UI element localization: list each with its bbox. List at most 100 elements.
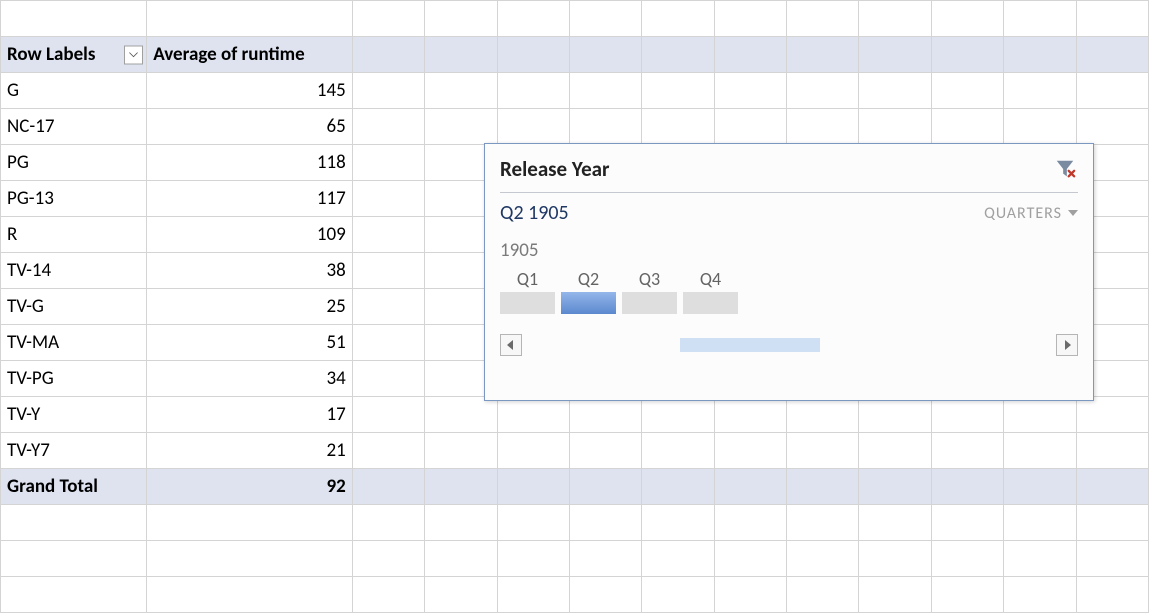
pivot-row-label[interactable]: PG-13 (1, 181, 147, 217)
pivot-row-label[interactable]: TV-14 (1, 253, 147, 289)
cell-blank[interactable] (425, 1, 497, 37)
cell-blank[interactable] (352, 397, 424, 433)
cell-blank[interactable] (642, 397, 714, 433)
cell-blank[interactable] (859, 1, 931, 37)
cell-blank[interactable] (714, 397, 786, 433)
pivot-row-label[interactable]: TV-G (1, 289, 147, 325)
cell-blank[interactable] (147, 505, 353, 541)
cell-blank[interactable] (787, 577, 859, 613)
pivot-row-value[interactable]: 118 (147, 145, 353, 181)
cell-blank[interactable] (714, 469, 786, 505)
cell-blank[interactable] (1076, 37, 1148, 73)
timeline-quarter-bar[interactable] (683, 292, 738, 314)
timeline-slicer[interactable]: Release Year Q2 1905 QUARTERS 1905 Q1Q2Q… (484, 143, 1094, 401)
cell-blank[interactable] (569, 433, 641, 469)
cell-blank[interactable] (569, 577, 641, 613)
grand-total-value[interactable]: 92 (147, 469, 353, 505)
cell-blank[interactable] (1076, 433, 1148, 469)
cell-blank[interactable] (642, 73, 714, 109)
cell-blank[interactable] (931, 73, 1003, 109)
cell-blank[interactable] (352, 469, 424, 505)
cell-blank[interactable] (859, 505, 931, 541)
cell-blank[interactable] (642, 505, 714, 541)
pivot-row-label[interactable]: R (1, 217, 147, 253)
pivot-header-rowlabels[interactable]: Row Labels (1, 37, 147, 73)
cell-blank[interactable] (497, 469, 569, 505)
pivot-row-value[interactable]: 25 (147, 289, 353, 325)
cell-blank[interactable] (497, 37, 569, 73)
cell-blank[interactable] (1, 505, 147, 541)
timeline-scroll-right-button[interactable] (1056, 334, 1078, 356)
cell-blank[interactable] (787, 73, 859, 109)
pivot-row-label[interactable]: NC-17 (1, 109, 147, 145)
cell-blank[interactable] (425, 37, 497, 73)
cell-blank[interactable] (497, 73, 569, 109)
cell-blank[interactable] (931, 577, 1003, 613)
cell-blank[interactable] (787, 1, 859, 37)
cell-blank[interactable] (642, 109, 714, 145)
cell-blank[interactable] (352, 109, 424, 145)
pivot-row-value[interactable]: 109 (147, 217, 353, 253)
cell-blank[interactable] (147, 541, 353, 577)
cell-blank[interactable] (1076, 469, 1148, 505)
pivot-header-values[interactable]: Average of runtime (147, 37, 353, 73)
pivot-row-value[interactable]: 17 (147, 397, 353, 433)
cell-blank[interactable] (714, 433, 786, 469)
cell-blank[interactable] (859, 109, 931, 145)
cell-blank[interactable] (497, 505, 569, 541)
cell-blank[interactable] (714, 73, 786, 109)
cell-blank[interactable] (352, 145, 424, 181)
cell-blank[interactable] (1004, 397, 1076, 433)
cell-blank[interactable] (1076, 505, 1148, 541)
cell-blank[interactable] (642, 1, 714, 37)
timeline-quarter[interactable]: Q3 (622, 268, 677, 314)
cell-blank[interactable] (1004, 469, 1076, 505)
cell-blank[interactable] (931, 397, 1003, 433)
timeline-quarter-bar[interactable] (622, 292, 677, 314)
cell-blank[interactable] (859, 541, 931, 577)
cell-blank[interactable] (425, 541, 497, 577)
pivot-row-value[interactable]: 65 (147, 109, 353, 145)
pivot-row-label[interactable]: TV-Y7 (1, 433, 147, 469)
pivot-row-value[interactable]: 117 (147, 181, 353, 217)
cell-blank[interactable] (931, 541, 1003, 577)
cell-blank[interactable] (352, 181, 424, 217)
cell-blank[interactable] (425, 109, 497, 145)
cell-blank[interactable] (642, 577, 714, 613)
cell-blank[interactable] (1076, 577, 1148, 613)
cell-blank[interactable] (425, 73, 497, 109)
cell-blank[interactable] (714, 505, 786, 541)
timeline-scroll-thumb[interactable] (680, 338, 820, 352)
cell-blank[interactable] (1004, 433, 1076, 469)
cell-blank[interactable] (352, 361, 424, 397)
cell-blank[interactable] (352, 217, 424, 253)
cell-blank[interactable] (931, 505, 1003, 541)
row-labels-dropdown-button[interactable] (124, 45, 143, 64)
cell-blank[interactable] (497, 433, 569, 469)
cell-blank[interactable] (569, 469, 641, 505)
cell-blank[interactable] (1, 577, 147, 613)
pivot-row-value[interactable]: 145 (147, 73, 353, 109)
cell-blank[interactable] (931, 1, 1003, 37)
cell-blank[interactable] (352, 433, 424, 469)
pivot-row-label[interactable]: TV-PG (1, 361, 147, 397)
cell-blank[interactable] (569, 505, 641, 541)
cell-blank[interactable] (497, 541, 569, 577)
cell-blank[interactable] (352, 505, 424, 541)
cell-blank[interactable] (859, 73, 931, 109)
cell-blank[interactable] (352, 73, 424, 109)
cell-blank[interactable] (787, 505, 859, 541)
cell-blank[interactable] (1004, 577, 1076, 613)
cell-blank[interactable] (714, 541, 786, 577)
cell-blank[interactable] (1, 541, 147, 577)
pivot-row-value[interactable]: 51 (147, 325, 353, 361)
cell-blank[interactable] (787, 433, 859, 469)
cell-blank[interactable] (714, 577, 786, 613)
cell-blank[interactable] (1, 1, 147, 37)
cell-blank[interactable] (425, 577, 497, 613)
cell-blank[interactable] (931, 469, 1003, 505)
cell-blank[interactable] (1076, 397, 1148, 433)
pivot-row-label[interactable]: TV-MA (1, 325, 147, 361)
pivot-row-label[interactable]: PG (1, 145, 147, 181)
cell-blank[interactable] (931, 433, 1003, 469)
